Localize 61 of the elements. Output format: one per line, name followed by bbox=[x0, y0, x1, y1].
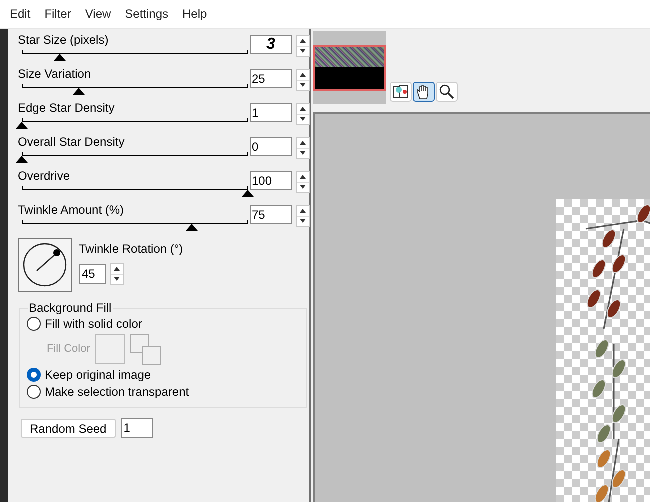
menu-item[interactable]: Settings bbox=[125, 5, 169, 23]
down-arrow-icon bbox=[300, 151, 306, 156]
up-arrow-icon bbox=[300, 174, 306, 179]
slider-label: Twinkle Amount (%) bbox=[17, 203, 126, 217]
tool-button[interactable] bbox=[413, 82, 435, 102]
down-arrow-icon bbox=[114, 277, 120, 282]
down-arrow-icon bbox=[300, 117, 306, 122]
menu-item[interactable]: View bbox=[85, 5, 112, 23]
radio-option[interactable]: Make selection transparent bbox=[27, 383, 306, 400]
slider-thumb[interactable] bbox=[16, 156, 28, 163]
radio-option[interactable]: Keep original image bbox=[27, 366, 306, 383]
slider-thumb[interactable] bbox=[186, 224, 198, 231]
navigator-thumbnail[interactable] bbox=[313, 31, 386, 104]
menu-item[interactable]: Edit bbox=[10, 5, 31, 23]
up-arrow-icon bbox=[300, 140, 306, 145]
menu-item[interactable]: Filter bbox=[44, 5, 72, 23]
menu-item[interactable]: Help bbox=[182, 5, 208, 23]
down-arrow-icon bbox=[300, 185, 306, 190]
slider-label: Overall Star Density bbox=[17, 135, 126, 149]
up-arrow-icon bbox=[300, 106, 306, 111]
group-title: Background Fill bbox=[28, 301, 113, 315]
slider-label: Overdrive bbox=[17, 169, 72, 183]
slider-thumb[interactable] bbox=[242, 190, 254, 197]
preview-tool-icon bbox=[393, 84, 409, 100]
spin-buttons[interactable] bbox=[296, 103, 310, 125]
spin-buttons[interactable] bbox=[296, 171, 310, 193]
color-swatch[interactable] bbox=[95, 334, 126, 364]
slider-label: Star Size (pixels) bbox=[17, 33, 110, 47]
slider-thumb[interactable] bbox=[54, 54, 66, 61]
swap-colors-icon[interactable] bbox=[130, 334, 162, 364]
slider-label: Size Variation bbox=[17, 67, 92, 81]
fill-color-label: Fill Color bbox=[47, 342, 90, 357]
down-arrow-icon bbox=[300, 219, 306, 224]
rotation-dial[interactable] bbox=[18, 238, 72, 292]
up-arrow-icon bbox=[300, 208, 306, 213]
number-field[interactable]: 25 bbox=[250, 69, 292, 88]
down-arrow-icon bbox=[300, 83, 306, 88]
spin-buttons[interactable] bbox=[296, 205, 310, 227]
number-field[interactable]: 1 bbox=[250, 103, 292, 122]
search-icon bbox=[439, 84, 455, 100]
number-field[interactable]: 75 bbox=[250, 205, 292, 224]
up-arrow-icon bbox=[114, 266, 120, 271]
up-arrow-icon bbox=[300, 72, 306, 77]
number-field[interactable]: 100 bbox=[250, 171, 292, 190]
number-field[interactable]: 3 bbox=[250, 35, 292, 54]
radio-option[interactable]: Fill with solid color bbox=[27, 315, 306, 332]
rotation-label: Twinkle Rotation (°) bbox=[79, 241, 184, 258]
down-arrow-icon bbox=[300, 49, 306, 54]
seed-field[interactable]: 1 bbox=[120, 418, 153, 438]
spin-buttons[interactable] bbox=[296, 35, 310, 57]
spin-buttons[interactable] bbox=[296, 69, 310, 91]
spin-buttons[interactable] bbox=[296, 137, 310, 159]
slider-thumb[interactable] bbox=[16, 122, 28, 129]
number-field[interactable]: 0 bbox=[250, 137, 292, 156]
dial-drawing bbox=[22, 242, 68, 288]
spin-buttons[interactable] bbox=[110, 263, 124, 285]
slider-thumb[interactable] bbox=[72, 88, 84, 95]
rotation-field[interactable]: 45 bbox=[79, 264, 106, 284]
random-seed-button[interactable]: Random Seed bbox=[21, 418, 116, 438]
up-arrow-icon bbox=[300, 38, 306, 43]
slider-label: Edge Star Density bbox=[17, 101, 116, 115]
